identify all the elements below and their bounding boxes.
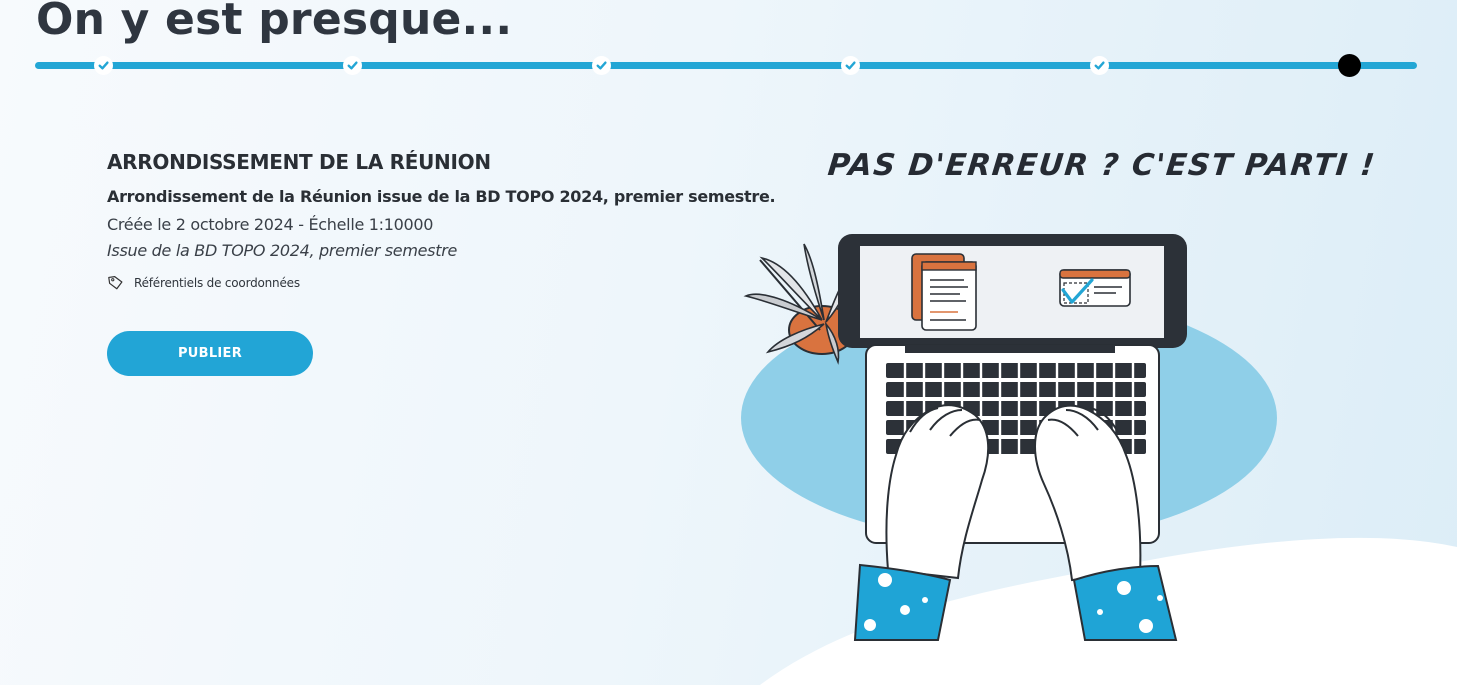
step-5-completed xyxy=(1090,56,1109,75)
right-sleeve xyxy=(1072,564,1178,641)
step-2-completed xyxy=(343,56,362,75)
step-1-completed xyxy=(94,56,113,75)
laptop-base xyxy=(865,344,1160,544)
document-icon xyxy=(911,253,977,331)
right-hand xyxy=(1034,404,1142,582)
progress-stepper xyxy=(35,54,1417,77)
dataset-subtitle: Arrondissement de la Réunion issue de la… xyxy=(107,187,776,206)
check-icon xyxy=(596,61,607,70)
check-icon xyxy=(845,61,856,70)
keyboard xyxy=(886,363,1146,454)
illustration-caption: PAS D'ERREUR ? C'EST PARTI ! xyxy=(826,148,1378,183)
step-3-completed xyxy=(592,56,611,75)
dataset-title: ARRONDISSEMENT DE LA RÉUNION xyxy=(107,150,491,174)
left-hand xyxy=(885,404,990,580)
dataset-meta: Créée le 2 octobre 2024 - Échelle 1:1000… xyxy=(107,215,434,234)
white-wave xyxy=(760,537,1457,685)
tag-icon xyxy=(107,274,124,291)
stepper-track xyxy=(35,62,1417,69)
check-icon xyxy=(1094,61,1105,70)
left-sleeve xyxy=(853,563,952,641)
keyword-tag: Référentiels de coordonnées xyxy=(107,274,747,291)
dataset-summary: ARRONDISSEMENT DE LA RÉUNION Arrondissem… xyxy=(107,150,776,291)
check-icon xyxy=(347,61,358,70)
tag-label: Référentiels de coordonnées xyxy=(134,275,300,290)
plant-illustration xyxy=(743,243,858,365)
page-title: On y est presque... xyxy=(36,0,513,45)
check-icon xyxy=(98,61,109,70)
laptop-screen xyxy=(860,246,1164,338)
laptop-screen-frame xyxy=(838,234,1187,348)
dataset-description: Issue de la BD TOPO 2024, premier semest… xyxy=(107,241,458,260)
publish-button[interactable]: PUBLIER xyxy=(107,331,313,376)
backdrop-ellipse xyxy=(741,294,1277,542)
step-6-current xyxy=(1338,54,1361,77)
check-window-icon xyxy=(1059,269,1131,307)
step-4-completed xyxy=(841,56,860,75)
